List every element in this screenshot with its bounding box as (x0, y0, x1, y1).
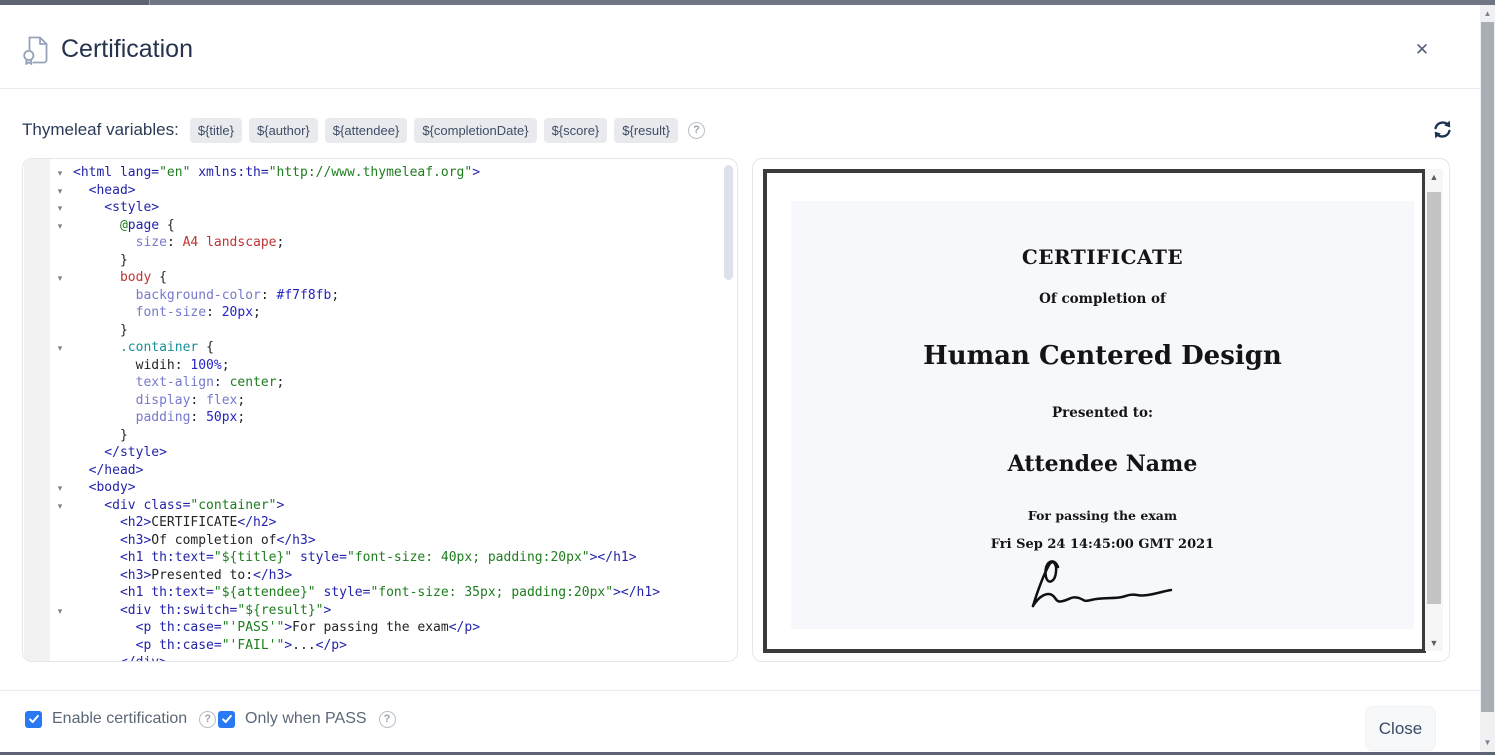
code-line[interactable]: font-size: 20px; (73, 304, 737, 322)
modal-header: Certification ✕ (0, 5, 1481, 89)
certificate-heading: CERTIFICATE (791, 201, 1414, 269)
editor-scrollbar-thumb[interactable] (724, 165, 733, 280)
code-line[interactable]: .container { (73, 339, 737, 357)
code-line[interactable]: background-color: #f7f8fb; (73, 287, 737, 305)
enable-certification-checkbox[interactable]: Enable certification ? (25, 710, 216, 728)
code-line[interactable]: <h1 th:text="${attendee}" style="font-si… (73, 584, 737, 602)
variable-badge: ${completionDate} (414, 118, 536, 143)
code-line[interactable]: <h2>CERTIFICATE</h2> (73, 514, 737, 532)
code-line[interactable]: size: A4 landscape; (73, 234, 737, 252)
editor-code[interactable]: <html lang="en" xmlns:th="http://www.thy… (23, 159, 737, 662)
scroll-down-icon[interactable]: ▼ (1480, 736, 1495, 750)
code-line[interactable]: <body> (73, 479, 737, 497)
certificate-page: CERTIFICATE Of completion of Human Cente… (791, 201, 1414, 629)
code-line[interactable]: </style> (73, 444, 737, 462)
variable-badge: ${score} (544, 118, 608, 143)
certificate-subheading: Of completion of (791, 291, 1414, 307)
code-line[interactable]: <html lang="en" xmlns:th="http://www.thy… (73, 164, 737, 182)
code-line[interactable]: @page { (73, 217, 737, 235)
refresh-icon[interactable] (1432, 119, 1453, 140)
certificate-preview: CERTIFICATE Of completion of Human Cente… (752, 158, 1450, 662)
certificate-signature (791, 554, 1414, 618)
thymeleaf-variables-label: Thymeleaf variables: (22, 120, 179, 140)
certificate-presented-label: Presented to: (791, 405, 1414, 421)
certificate-result-text: For passing the exam (791, 508, 1414, 523)
page-scrollbar[interactable]: ▲ ▼ (1480, 5, 1495, 752)
code-line[interactable]: <div th:switch="${result}"> (73, 602, 737, 620)
page-scrollbar-thumb[interactable] (1481, 22, 1494, 712)
variable-badge: ${attendee} (325, 118, 408, 143)
certificate-attendee-name: Attendee Name (791, 451, 1414, 477)
preview-scrollbar-thumb[interactable] (1427, 192, 1441, 604)
enable-certification-help-icon[interactable]: ? (199, 711, 216, 728)
variable-badge: ${title} (190, 118, 242, 143)
checkbox-checked-icon[interactable] (218, 711, 235, 728)
code-line[interactable]: <head> (73, 182, 737, 200)
scroll-up-icon[interactable]: ▲ (1425, 169, 1443, 185)
template-code-editor[interactable]: ▾▾▾▾▾▾▾▾▾ <html lang="en" xmlns:th="http… (22, 158, 738, 662)
code-line[interactable]: body { (73, 269, 737, 287)
checkbox-checked-icon[interactable] (25, 711, 42, 728)
code-line[interactable]: <div class="container"> (73, 497, 737, 515)
variable-badge: ${author} (249, 118, 318, 143)
close-button[interactable]: Close (1365, 706, 1436, 751)
code-line[interactable]: } (73, 427, 737, 445)
code-line[interactable]: <h3>Of completion of</h3> (73, 532, 737, 550)
close-icon[interactable]: ✕ (1411, 39, 1433, 61)
variable-badges: ${title} ${author} ${attendee}${completion… (190, 118, 685, 143)
code-line[interactable]: </head> (73, 462, 737, 480)
code-line[interactable]: widih: 100%; (73, 357, 737, 375)
variable-badge: ${result} (614, 118, 678, 143)
scroll-down-icon[interactable]: ▼ (1425, 635, 1443, 651)
code-line[interactable]: <h1 th:text="${title}" style="font-size:… (73, 549, 737, 567)
scroll-up-icon[interactable]: ▲ (1480, 7, 1495, 21)
code-line[interactable]: text-align: center; (73, 374, 737, 392)
page-title: Certification (61, 35, 193, 64)
checkbox-label: Only when PASS (245, 710, 367, 728)
modal-footer: Enable certification ? Only when PASS ? … (0, 690, 1481, 752)
only-when-pass-help-icon[interactable]: ? (379, 711, 396, 728)
certificate-completion-date: Fri Sep 24 14:45:00 GMT 2021 (791, 537, 1414, 552)
code-line[interactable]: <h3>Presented to:</h3> (73, 567, 737, 585)
code-line[interactable]: } (73, 322, 737, 340)
code-line[interactable]: padding: 50px; (73, 409, 737, 427)
certificate-frame: CERTIFICATE Of completion of Human Cente… (763, 169, 1426, 653)
top-edge-strip (0, 0, 1495, 5)
code-line[interactable]: <style> (73, 199, 737, 217)
code-line[interactable]: } (73, 252, 737, 270)
code-line[interactable]: display: flex; (73, 392, 737, 410)
top-edge-strip-left (0, 0, 150, 5)
code-line[interactable]: </div> (73, 654, 737, 662)
preview-scrollbar[interactable]: ▲ ▼ (1425, 169, 1443, 651)
thymeleaf-variables-bar: Thymeleaf variables: ${title}${author}${… (22, 112, 705, 148)
certificate-course-title: Human Centered Design (791, 341, 1414, 371)
only-when-pass-checkbox[interactable]: Only when PASS ? (218, 710, 396, 728)
certificate-icon (21, 33, 52, 67)
code-line[interactable]: <p th:case="'PASS'">For passing the exam… (73, 619, 737, 637)
code-line[interactable]: <p th:case="'FAIL'">...</p> (73, 637, 737, 655)
variables-help-icon[interactable]: ? (688, 122, 705, 139)
checkbox-label: Enable certification (52, 710, 187, 728)
